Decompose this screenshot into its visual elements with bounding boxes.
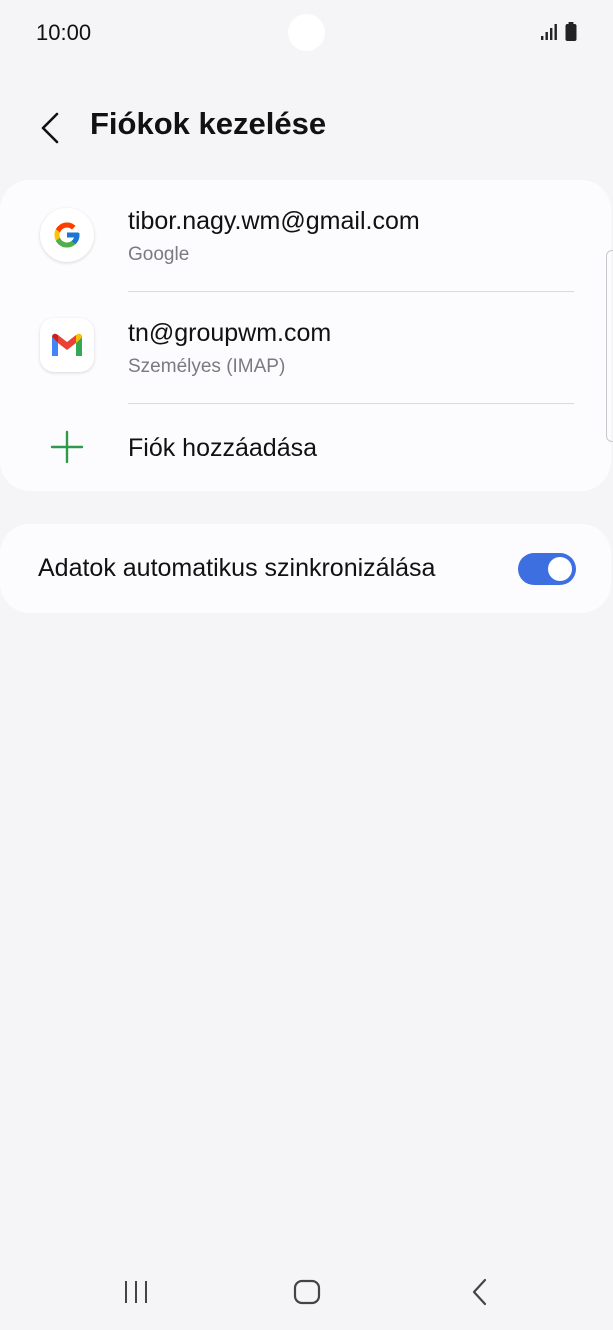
header: Fiókok kezelése	[0, 96, 613, 160]
status-bar: 10:00	[0, 0, 613, 66]
back-nav-button[interactable]	[450, 1272, 510, 1312]
divider	[128, 403, 574, 404]
google-icon	[40, 208, 94, 262]
battery-icon	[565, 22, 577, 41]
navigation-bar	[0, 1256, 613, 1330]
camera-cutout	[288, 14, 325, 51]
page-title: Fiókok kezelése	[90, 106, 327, 141]
account-email: tn@groupwm.com	[128, 319, 332, 347]
signal-icon	[541, 24, 557, 40]
home-icon	[293, 1279, 321, 1305]
add-account-label: Fiók hozzáadása	[128, 434, 318, 462]
plus-icon	[50, 430, 84, 464]
auto-sync-row[interactable]: Adatok automatikus szinkronizálása	[0, 524, 611, 613]
account-email: tibor.nagy.wm@gmail.com	[128, 207, 420, 235]
recent-apps-icon	[125, 1281, 147, 1303]
account-item-imap[interactable]: tn@groupwm.com Személyes (IMAP)	[0, 292, 611, 402]
gmail-icon	[40, 318, 94, 372]
account-type: Személyes (IMAP)	[128, 356, 286, 377]
home-button[interactable]	[277, 1272, 337, 1312]
add-account-button[interactable]: Fiók hozzáadása	[0, 406, 611, 490]
accounts-list: tibor.nagy.wm@gmail.com Google tn@groupw…	[0, 180, 611, 491]
account-item-google[interactable]: tibor.nagy.wm@gmail.com Google	[0, 180, 611, 290]
status-time: 10:00	[36, 20, 92, 45]
toggle-knob	[548, 557, 572, 581]
account-type: Google	[128, 244, 190, 265]
back-button[interactable]	[30, 104, 70, 152]
recent-apps-button[interactable]	[106, 1272, 166, 1312]
auto-sync-label: Adatok automatikus szinkronizálása	[38, 554, 436, 582]
auto-sync-toggle[interactable]	[518, 553, 576, 585]
back-icon	[472, 1278, 487, 1306]
scrollbar[interactable]	[606, 250, 613, 442]
chevron-left-icon	[41, 112, 59, 144]
